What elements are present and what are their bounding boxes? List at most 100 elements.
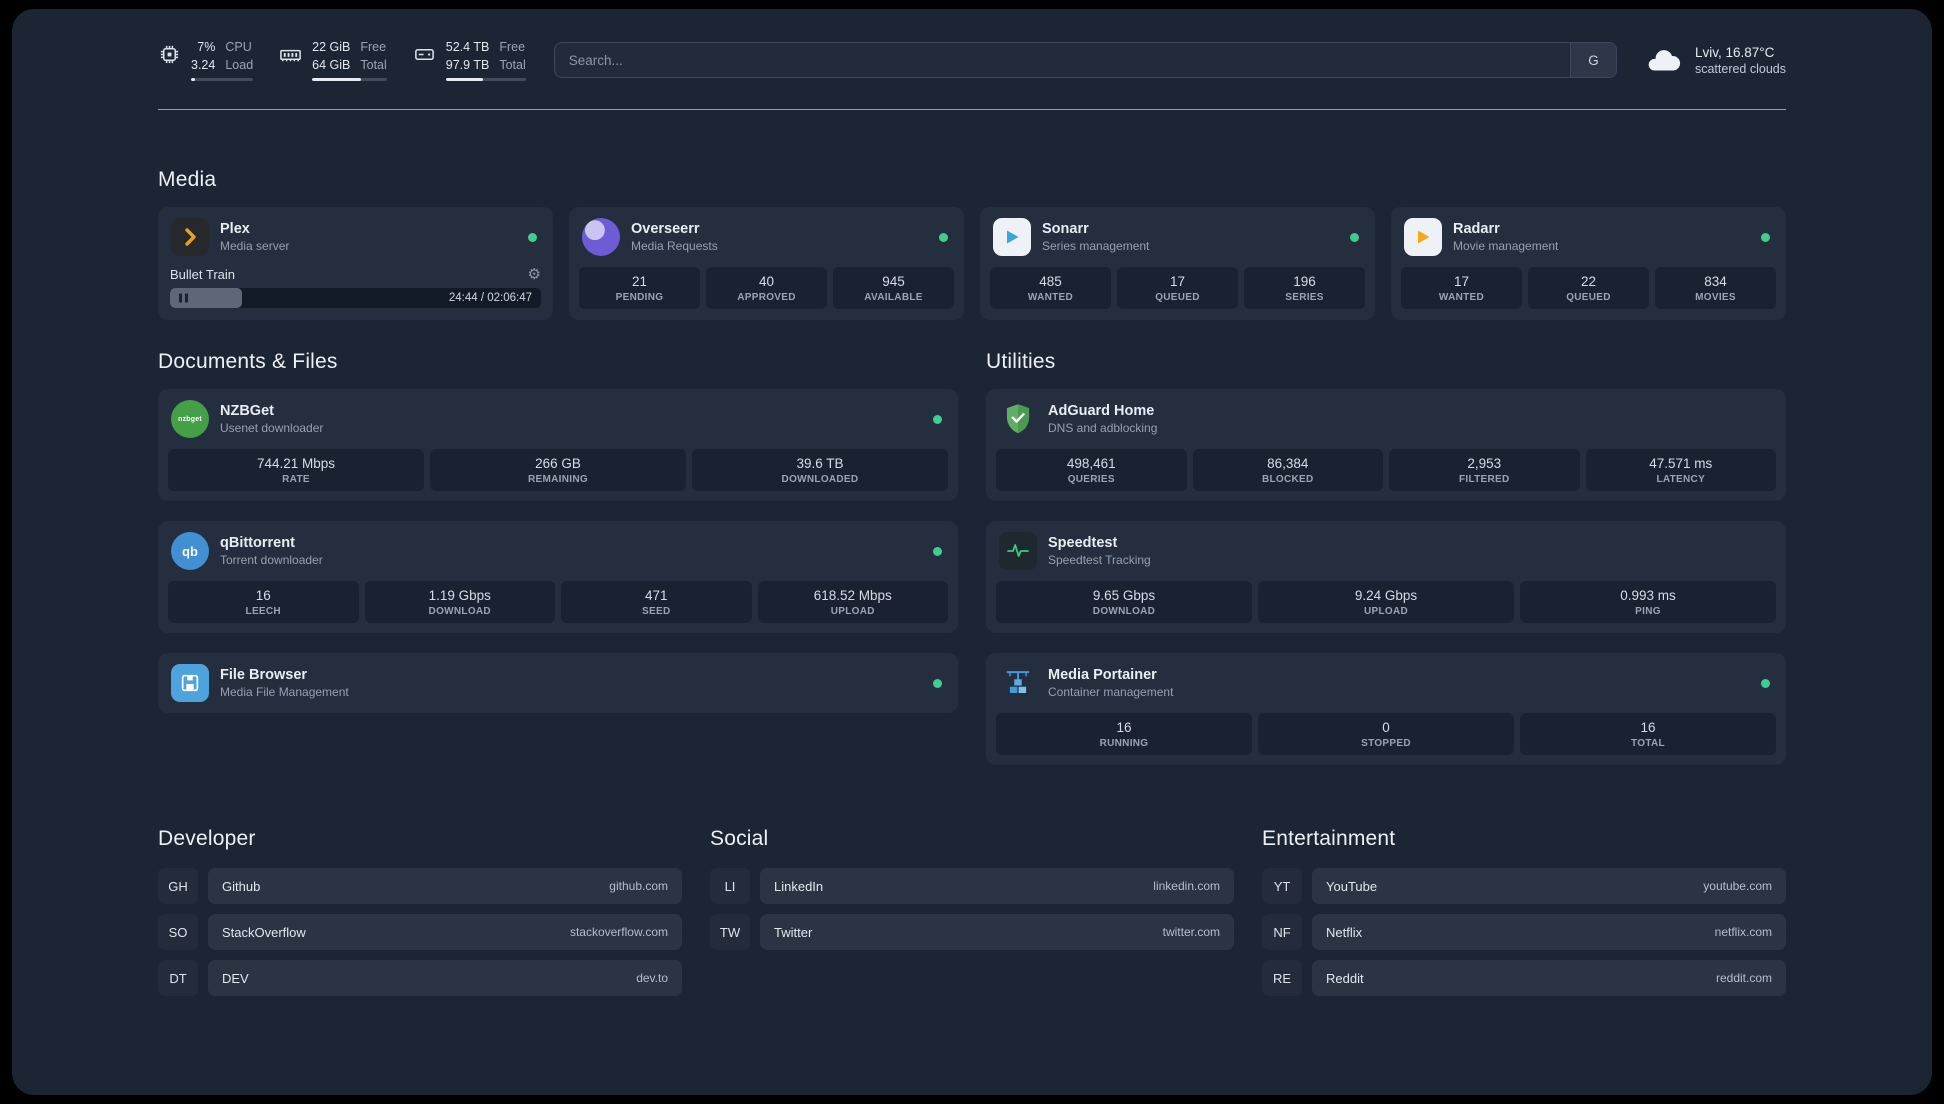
bookmark-abbr: GH [158, 868, 198, 904]
service-link-sonarr[interactable]: Sonarr Series management [980, 207, 1375, 267]
search-input[interactable] [554, 43, 1570, 77]
bookmark-name: Reddit [1326, 970, 1364, 986]
search-provider-button[interactable]: G [1569, 43, 1616, 77]
service-link-radarr[interactable]: Radarr Movie management [1391, 207, 1786, 267]
service-link-adguard[interactable]: AdGuard Home DNS and adblocking [986, 389, 1786, 449]
service-card-radarr: Radarr Movie management 17 WANTED 22 QUE… [1391, 207, 1786, 320]
stat-label: QUEUED [1566, 292, 1611, 303]
service-card-qbittorrent: qb qBittorrent Torrent downloader 16 LEE… [158, 521, 958, 633]
bookmark-group-social: Social LI LinkedIn linkedin.com TW Twitt… [710, 827, 1234, 960]
service-card-plex: Plex Media server Bullet Train ⚙ 24:44 /… [158, 207, 553, 320]
stat-label: DOWNLOAD [1092, 606, 1156, 617]
topbar: 7% 3.24 CPU Load 22 GiB 64 GiB Free Tota… [158, 39, 1786, 81]
stat-label: APPROVED [737, 292, 796, 303]
service-subtitle: Usenet downloader [220, 421, 324, 435]
stat-tile: 266 GB REMAINING [430, 449, 686, 491]
bookmark-abbr: SO [158, 914, 198, 950]
service-link-plex[interactable]: Plex Media server [158, 207, 553, 267]
bookmark-name: Twitter [774, 924, 813, 940]
gear-icon[interactable]: ⚙ [528, 267, 541, 282]
nzbget-icon: nzbget [171, 400, 209, 438]
utilities-column: Utilities AdGuard Home DNS and adblockin… [986, 350, 1786, 765]
stat-tiles: 744.21 Mbps RATE 266 GB REMAINING 39.6 T… [158, 449, 958, 501]
qbittorrent-icon: qb [171, 532, 209, 570]
bookmark-link-youtube[interactable]: YT YouTube youtube.com [1262, 868, 1786, 904]
service-card-filebrowser: File Browser Media File Management [158, 653, 958, 713]
sonarr-icon [993, 218, 1031, 256]
stat-value: 0 [1382, 720, 1390, 735]
stat-tile: 0.993 ms PING [1520, 581, 1776, 623]
stat-label: TOTAL [1631, 738, 1665, 749]
stat-tile: 485 WANTED [990, 267, 1111, 309]
bookmark-domain: twitter.com [1162, 925, 1220, 939]
service-title: Overseerr [631, 221, 700, 237]
section-title-entertainment: Entertainment [1262, 827, 1396, 850]
bookmark-link-netflix[interactable]: NF Netflix netflix.com [1262, 914, 1786, 950]
stat-tiles: 21 PENDING 40 APPROVED 945 AVAILABLE [569, 267, 964, 319]
service-text: File Browser Media File Management [220, 667, 922, 699]
bookmark-domain: linkedin.com [1153, 879, 1220, 893]
cpu-body: 7% 3.24 CPU Load [191, 39, 254, 81]
service-link-overseerr[interactable]: Overseerr Media Requests [569, 207, 964, 267]
bookmark-domain: netflix.com [1714, 925, 1772, 939]
service-link-speedtest[interactable]: Speedtest Speedtest Tracking [986, 521, 1786, 581]
stat-tile: 0 STOPPED [1258, 713, 1514, 755]
stat-value: 2,953 [1467, 456, 1502, 471]
service-title: Sonarr [1042, 221, 1089, 237]
service-link-filebrowser[interactable]: File Browser Media File Management [158, 653, 958, 713]
stat-label: STOPPED [1361, 738, 1411, 749]
stat-label: REMAINING [528, 474, 588, 485]
bookmark-link-twitter[interactable]: TW Twitter twitter.com [710, 914, 1234, 950]
stat-tile: 1.19 Gbps DOWNLOAD [364, 581, 555, 623]
now-playing-title: Bullet Train [170, 267, 236, 282]
stat-tiles: 9.65 Gbps DOWNLOAD 9.24 Gbps UPLOAD 0.99… [986, 581, 1786, 633]
service-text: AdGuard Home DNS and adblocking [1048, 403, 1773, 435]
service-text: qBittorrent Torrent downloader [220, 535, 922, 567]
service-link-portainer[interactable]: Media Portainer Container management [986, 653, 1786, 713]
disk-total-label: Total [499, 57, 526, 72]
bookmark-domain: youtube.com [1703, 879, 1772, 893]
now-playing-widget: Bullet Train ⚙ 24:44 / 02:06:47 [158, 267, 553, 320]
service-subtitle: Media server [220, 239, 290, 253]
bookmark-link-dev[interactable]: DT DEV dev.to [158, 960, 682, 996]
cpu-progress-bar [191, 78, 254, 81]
stat-tiles: 16 LEECH 1.19 Gbps DOWNLOAD 471 SEED 618… [158, 581, 958, 633]
stat-label: DOWNLOADED [781, 474, 859, 485]
pause-button[interactable] [179, 293, 188, 303]
stat-tile: 17 QUEUED [1117, 267, 1238, 309]
service-link-nzbget[interactable]: nzbget NZBGet Usenet downloader [158, 389, 958, 449]
memory-total-value: 64 GiB [312, 57, 351, 72]
stat-tiles: 498,461 QUERIES 86,384 BLOCKED 2,953 FIL… [986, 449, 1786, 501]
bookmark-link-github[interactable]: GH Github github.com [158, 868, 682, 904]
cpu-load-label: Load [225, 57, 254, 72]
stat-label: UPLOAD [830, 606, 875, 617]
disk-free-label: Free [499, 40, 526, 54]
bookmark-link-stackoverflow[interactable]: SO StackOverflow stackoverflow.com [158, 914, 682, 950]
stat-label: WANTED [1438, 292, 1485, 303]
service-subtitle: DNS and adblocking [1048, 421, 1158, 435]
stat-value: 16 [255, 588, 271, 603]
bookmark-link-reddit[interactable]: RE Reddit reddit.com [1262, 960, 1786, 996]
weather-location: Lviv, 16.87°C [1694, 44, 1775, 60]
memory-free-value: 22 GiB [312, 40, 351, 54]
service-subtitle: Media Requests [631, 239, 718, 253]
stat-tile: 21 PENDING [579, 267, 700, 309]
stat-value: 834 [1704, 274, 1727, 289]
disk-progress-bar [445, 78, 526, 81]
bookmark-name: YouTube [1326, 878, 1378, 894]
overseerr-icon [582, 218, 620, 256]
service-card-speedtest: Speedtest Speedtest Tracking 9.65 Gbps D… [986, 521, 1786, 633]
bookmark-link-linkedin[interactable]: LI LinkedIn linkedin.com [710, 868, 1234, 904]
disk-total-value: 97.9 TB [445, 57, 490, 72]
status-dot [933, 678, 942, 688]
stat-value: 266 GB [535, 456, 581, 471]
bookmark-abbr: DT [158, 960, 198, 996]
bookmark-pill: YouTube youtube.com [1312, 868, 1786, 904]
service-link-qbittorrent[interactable]: qb qBittorrent Torrent downloader [158, 521, 958, 581]
stat-value: 16 [1640, 720, 1656, 735]
status-dot [1761, 232, 1770, 242]
service-text: NZBGet Usenet downloader [220, 403, 922, 435]
disk-free-value: 52.4 TB [445, 40, 490, 54]
memory-icon [280, 49, 302, 62]
media-card-grid: Plex Media server Bullet Train ⚙ 24:44 /… [158, 207, 1786, 320]
